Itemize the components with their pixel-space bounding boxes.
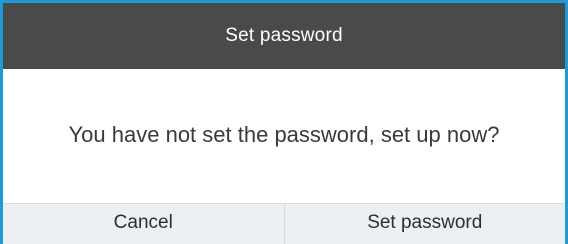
dialog-title-bar: Set password — [3, 3, 565, 69]
dialog-message: You have not set the password, set up no… — [68, 122, 500, 147]
cancel-button[interactable]: Cancel — [3, 204, 285, 244]
set-password-dialog: Set password You have not set the passwo… — [0, 0, 568, 244]
dialog-title: Set password — [225, 25, 343, 46]
set-password-button[interactable]: Set password — [285, 204, 566, 244]
dialog-button-row: Cancel Set password — [3, 203, 565, 244]
dialog-message-area: You have not set the password, set up no… — [3, 69, 565, 203]
